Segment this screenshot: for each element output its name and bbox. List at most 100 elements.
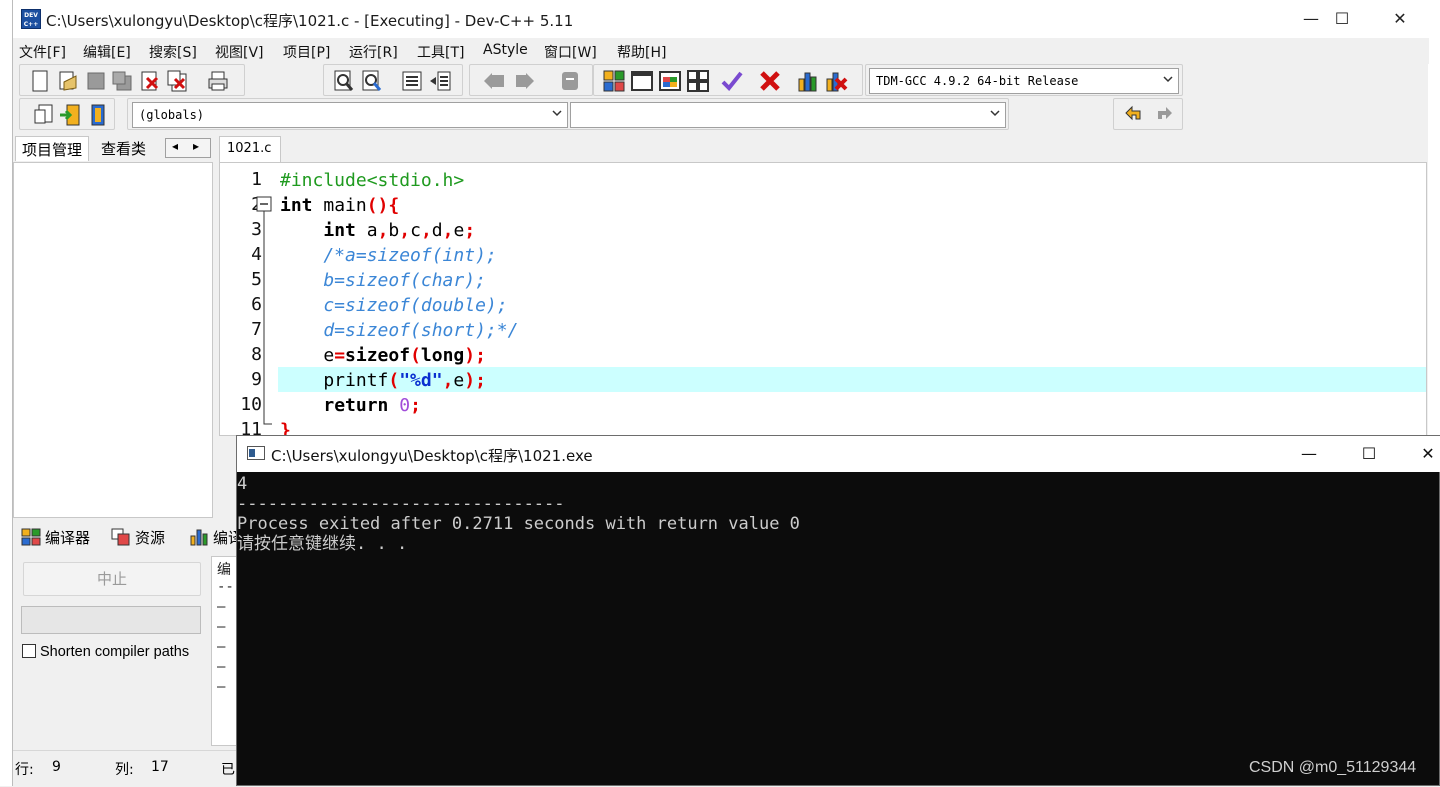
compile-run-button[interactable] <box>658 69 682 93</box>
bookmark-icon <box>562 72 578 90</box>
unindent-button[interactable] <box>428 69 452 93</box>
new-file-button[interactable] <box>28 69 52 93</box>
status-line-value: 9 <box>52 759 61 775</box>
menu-window[interactable]: 窗口[W] <box>544 42 597 62</box>
tab-resources-label: 资源 <box>135 529 166 547</box>
status-line-label: 行: <box>15 762 34 778</box>
new-project-icon <box>34 104 53 124</box>
tab-compiler[interactable]: 编译器 <box>15 524 94 550</box>
tab-project-manager[interactable]: 项目管理 <box>15 136 90 161</box>
save-button[interactable] <box>84 69 108 93</box>
stop-execution-button[interactable] <box>758 69 782 93</box>
chevron-down-icon <box>552 110 562 117</box>
menu-help[interactable]: 帮助[H] <box>617 42 666 62</box>
console-close-button[interactable]: ✕ <box>1405 439 1440 469</box>
run-button[interactable] <box>630 69 654 93</box>
new-project-button[interactable] <box>32 103 56 127</box>
add-to-project-button[interactable] <box>58 103 82 127</box>
chevron-down-icon <box>1163 76 1173 83</box>
save-icon <box>87 72 105 90</box>
tab-resources[interactable]: 资源 <box>105 524 169 550</box>
print-button[interactable] <box>206 69 230 93</box>
line-number: 1 <box>251 169 262 190</box>
forward-icon <box>516 73 534 89</box>
tab-file-1021[interactable]: 1021.c <box>219 136 281 162</box>
toolbar-compiler-group: TDM-GCC 4.9.2 64-bit Release <box>865 64 1183 96</box>
console-line: Process exited after 0.2711 seconds with… <box>237 514 800 534</box>
indent-button[interactable] <box>400 69 424 93</box>
log-line: 编 <box>217 562 231 578</box>
remove-from-project-button[interactable] <box>86 103 110 127</box>
code-line-5: b=sizeof(char); <box>280 268 486 293</box>
undo-button[interactable] <box>1122 103 1146 127</box>
rebuild-all-button[interactable] <box>686 69 710 93</box>
bottom-panel-tabs: 编译器 资源 编译 <box>13 522 243 552</box>
profile-button[interactable] <box>796 69 820 93</box>
redo-arrow-icon <box>1158 107 1172 119</box>
code-line-1: #include<stdio.h> <box>280 168 464 193</box>
menu-astyle[interactable]: AStyle <box>483 42 528 58</box>
tab-scroll-right-button[interactable]: ▸ <box>193 139 199 153</box>
goto-forward-button[interactable] <box>512 69 536 93</box>
menu-edit[interactable]: 编辑[E] <box>83 42 131 62</box>
menu-view[interactable]: 视图[V] <box>215 42 264 62</box>
red-x-icon <box>760 71 780 91</box>
code-fold-icon[interactable] <box>256 196 274 436</box>
code-line-8: e=sizeof(long); <box>280 345 486 366</box>
function-select[interactable] <box>570 102 1006 128</box>
unindent-icon <box>430 71 451 91</box>
open-file-button[interactable] <box>56 69 80 93</box>
toolbar-compile-group <box>593 64 863 96</box>
scope-select[interactable]: (globals) <box>132 102 568 128</box>
toolbar-file-group <box>19 64 245 96</box>
close-file-button[interactable] <box>138 69 162 93</box>
code-text: d=sizeof(short);*/ <box>280 320 519 341</box>
save-all-button[interactable] <box>110 69 134 93</box>
title-bar: DEV C++ C:\Users\xulongyu\Desktop\c程序\10… <box>13 0 1429 38</box>
tab-compiler-label: 编译器 <box>45 529 91 547</box>
console-maximize-button[interactable]: ☐ <box>1346 439 1392 469</box>
replace-button[interactable] <box>360 69 384 93</box>
console-line: 请按任意键继续. . . <box>237 534 408 554</box>
menu-search[interactable]: 搜索[S] <box>149 42 197 62</box>
menu-file[interactable]: 文件[F] <box>19 42 66 62</box>
find-button[interactable] <box>332 69 356 93</box>
compile-button[interactable] <box>602 69 626 93</box>
checkbox-box[interactable] <box>22 644 36 658</box>
bar-chart-icon <box>798 72 817 92</box>
goto-back-button[interactable] <box>482 69 506 93</box>
code-editor[interactable]: 1 2 3 4 5 6 7 8 9 10 11 #include<stdio.h… <box>219 162 1427 436</box>
close-all-button[interactable] <box>166 69 190 93</box>
code-line-3: int a,b,c,d,e; <box>323 220 476 241</box>
console-line: 4 <box>237 474 248 494</box>
toggle-bookmark-button[interactable] <box>558 69 582 93</box>
menu-tools[interactable]: 工具[T] <box>417 42 464 62</box>
line-gutter: 1 2 3 4 5 6 7 8 9 10 11 <box>220 163 276 436</box>
close-button[interactable]: ✕ <box>1377 4 1423 34</box>
syntax-check-button[interactable] <box>720 69 744 93</box>
console-minimize-button[interactable]: — <box>1286 439 1332 469</box>
menu-project[interactable]: 项目[P] <box>283 42 330 62</box>
project-tree[interactable] <box>13 162 213 518</box>
console-line: -------------------------------- <box>237 494 565 514</box>
abort-compilation-button[interactable]: 中止 <box>23 562 201 596</box>
shorten-compiler-paths-checkbox[interactable]: Shorten compiler paths <box>22 644 189 660</box>
redo-button[interactable] <box>1152 103 1176 127</box>
tab-scroll-left-button[interactable]: ◂ <box>172 139 178 153</box>
maximize-button[interactable]: ☐ <box>1319 4 1365 34</box>
replace-icon <box>362 70 382 91</box>
code-line-4: /*a=sizeof(int); <box>280 243 496 268</box>
tab-class-browser[interactable]: 查看类 <box>95 136 152 161</box>
code-line-7: d=sizeof(short);*/ <box>280 318 518 343</box>
menu-run[interactable]: 运行[R] <box>349 42 398 62</box>
console-output[interactable]: 4 -------------------------------- Proce… <box>237 472 1440 787</box>
console-icon <box>247 446 265 460</box>
project-panel: 项目管理 查看类 ◂ ▸ <box>13 134 213 518</box>
rebuild-grid-icon <box>687 70 709 92</box>
compiler-select[interactable]: TDM-GCC 4.9.2 64-bit Release <box>869 68 1179 94</box>
status-extra: 已 <box>221 762 235 778</box>
checkmark-icon <box>721 71 743 91</box>
console-window[interactable]: C:\Users\xulongyu\Desktop\c程序\1021.exe —… <box>236 435 1440 786</box>
bar-chart-icon <box>190 529 208 546</box>
delete-profile-button[interactable] <box>824 69 848 93</box>
